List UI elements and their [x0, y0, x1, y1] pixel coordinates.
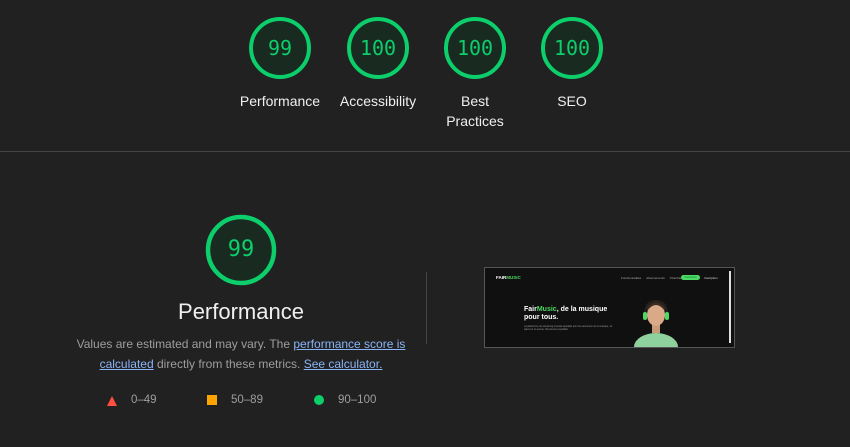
thumb-logo-b: MUSIC: [506, 275, 521, 280]
gauge-ring: 100: [443, 16, 507, 80]
circle-icon: [314, 395, 324, 405]
thumb-logo-a: FAIR: [496, 275, 507, 280]
performance-score: 99: [227, 237, 255, 262]
thumb-nav-link: Abonnements: [646, 276, 665, 280]
gauge-score: 100: [553, 36, 591, 60]
thumb-hero-title: FairMusic, de la musique pour tous.: [524, 306, 624, 322]
gauge-accessibility[interactable]: 100 Accessibility: [328, 16, 428, 111]
triangle-icon: [107, 396, 117, 406]
thumb-scrollbar: [729, 271, 731, 343]
thumb-cta: Connexion: [681, 275, 700, 280]
vertical-divider: [426, 272, 427, 344]
gauge-score: 99: [267, 36, 293, 60]
performance-description: Values are estimated and may vary. The p…: [70, 334, 412, 374]
square-icon: [207, 395, 217, 405]
gauge-best-practices[interactable]: 100 Best Practices: [425, 16, 525, 131]
gauge-label: Accessibility: [339, 93, 417, 109]
gauge-performance[interactable]: 99 Performance: [230, 16, 330, 111]
description-text: directly from these metrics.: [153, 357, 304, 371]
gauge-seo[interactable]: 100 SEO: [522, 16, 622, 111]
score-legend: 0–49 50–89 90–100: [0, 393, 850, 409]
person-with-headphones-image: [634, 299, 678, 347]
section-divider: [0, 151, 850, 152]
gauge-score: 100: [456, 36, 494, 60]
legend-range: 0–49: [131, 394, 157, 406]
see-calculator-link[interactable]: See calculator.: [304, 357, 383, 371]
thumb-hero-sub: La plateforme de streaming musical équit…: [524, 325, 613, 332]
final-screenshot-thumbnail[interactable]: FAIRMUSIC Fonctionnalités Abonnements Télé…: [484, 267, 735, 348]
thumb-cta2: Inscription: [704, 276, 718, 280]
score-summary: 99 Performance 100 Accessibility 100 Bes…: [0, 0, 850, 151]
gauge-ring: 100: [540, 16, 604, 80]
gauge-label: Performance: [239, 93, 321, 109]
description-text: Values are estimated and may vary. The: [76, 337, 294, 351]
thumb-logo: FAIRMUSIC: [496, 275, 521, 280]
performance-gauge: 99: [204, 213, 278, 287]
legend-range: 90–100: [338, 394, 377, 406]
gauge-ring: 99: [248, 16, 312, 80]
thumb-nav: FAIRMUSIC Fonctionnalités Abonnements Télé…: [485, 268, 734, 284]
gauge-label: SEO: [557, 93, 587, 109]
gauge-label: Best Practices: [446, 93, 504, 129]
gauge-ring: 100: [346, 16, 410, 80]
thumb-hero-b: Music: [536, 306, 557, 313]
performance-title: Performance: [178, 299, 304, 324]
thumb-nav-link: Fonctionnalités: [621, 276, 642, 280]
legend-range: 50–89: [231, 394, 263, 406]
gauge-score: 100: [359, 36, 397, 60]
thumb-hero-a: Fair: [524, 306, 537, 313]
